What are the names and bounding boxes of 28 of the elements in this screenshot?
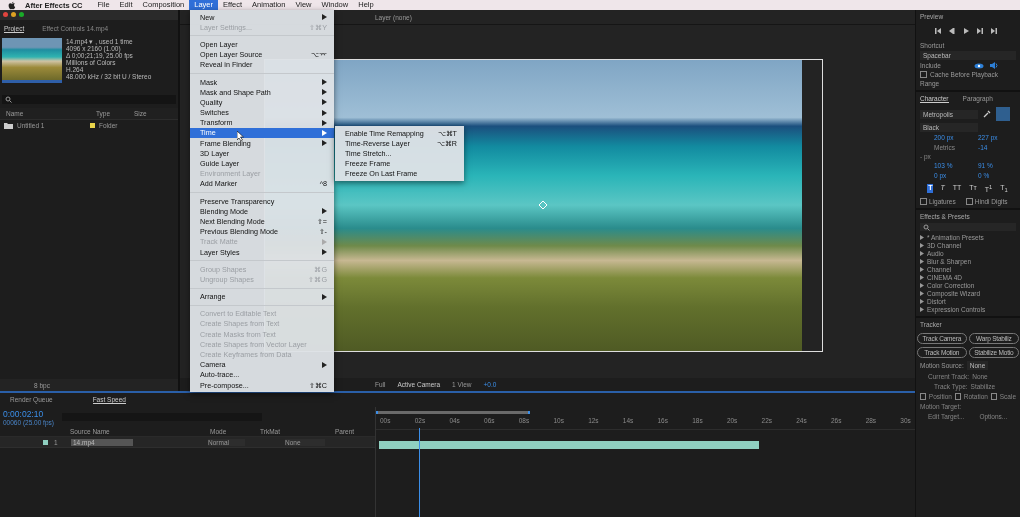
checkbox[interactable] [920,71,927,78]
search-icon [5,96,12,103]
photo-placeholder [2,38,62,83]
current-time[interactable]: 0:00:02:10 [3,408,54,419]
search-field[interactable] [920,223,1016,232]
fill-color-swatch[interactable] [996,107,1010,121]
folder-icon [4,122,13,129]
submenu-arrow-icon [322,293,327,300]
checkbox[interactable] [990,393,997,401]
eyedropper-icon[interactable] [983,110,991,118]
apple-icon[interactable] [8,0,16,10]
close-window-icon[interactable] [3,12,8,17]
checkbox[interactable] [920,393,926,401]
checkbox[interactable] [920,198,927,206]
speaker-icon[interactable] [990,62,999,69]
label-color-swatch[interactable] [90,123,95,128]
search-field[interactable] [2,95,176,104]
submenu-arrow-icon [322,361,327,368]
submenu-arrow-icon [322,14,327,21]
submenu-arrow-icon [322,208,327,215]
checkbox[interactable] [954,393,961,401]
mouse-pointer-icon [237,131,244,141]
label-color-swatch[interactable] [43,439,48,445]
minimize-window-icon[interactable] [11,12,16,17]
checkbox[interactable] [965,198,973,206]
zoom-window-icon[interactable] [19,12,24,17]
eye-icon[interactable] [974,62,984,69]
search-icon [923,223,930,231]
